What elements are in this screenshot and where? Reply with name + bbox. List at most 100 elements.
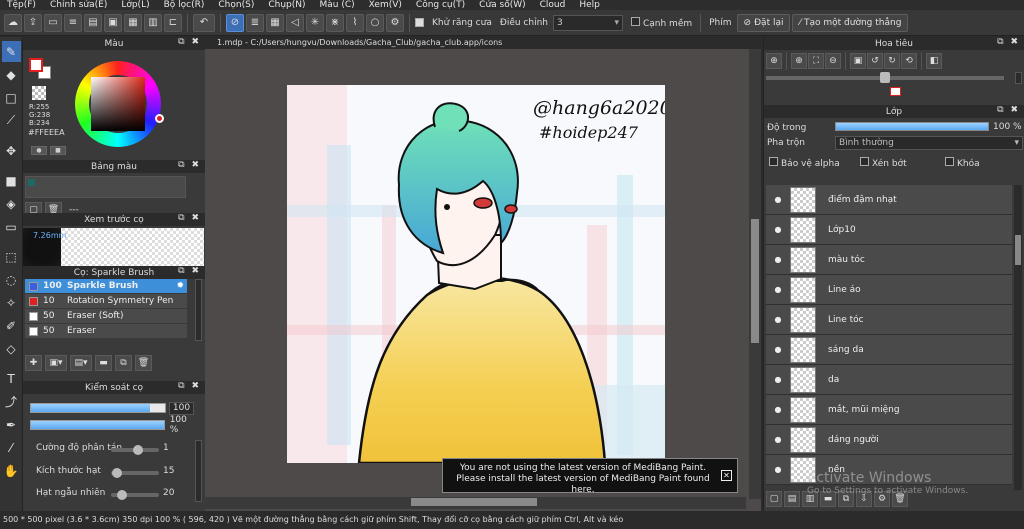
- select-pen-tool-icon[interactable]: ✐: [2, 315, 21, 336]
- palette-swatch-area[interactable]: [25, 176, 186, 198]
- page-icon[interactable]: ▥: [144, 13, 162, 32]
- brush-tool-icon[interactable]: ✎: [1, 41, 21, 62]
- parallel-snap-icon[interactable]: ≣: [246, 13, 264, 32]
- navigator-view-marker[interactable]: [890, 87, 901, 96]
- vanish-snap-icon[interactable]: ◁: [286, 13, 304, 32]
- actual-size-icon[interactable]: ▣: [850, 53, 866, 69]
- lasso-tool-icon[interactable]: ◌: [2, 269, 21, 290]
- flip-icon[interactable]: ◧: [926, 53, 942, 69]
- canvas-vertical-scrollbar[interactable]: [749, 49, 761, 499]
- layer-row[interactable]: ● dáng người: [766, 425, 1012, 455]
- canvas-horizontal-scroll-thumb[interactable]: [411, 498, 537, 506]
- rotate-left-icon[interactable]: ↺: [867, 53, 883, 69]
- panel-close-icon[interactable]: ⧉ ✖: [178, 266, 201, 276]
- brush-size-input[interactable]: 100: [169, 401, 194, 415]
- blend-mode-select[interactable]: Bình thường: [835, 136, 1023, 150]
- eraser-tool-icon[interactable]: ◆: [2, 64, 21, 85]
- color-mode-button[interactable]: ■: [50, 146, 66, 155]
- share-icon[interactable]: ⇪: [24, 13, 42, 32]
- menu-filter[interactable]: Bộ lọc(R): [157, 0, 212, 10]
- brush-type-icon[interactable]: ▣▾: [45, 355, 67, 371]
- panel-close-icon[interactable]: ⧉ ✖: [997, 37, 1020, 47]
- magic-wand-tool-icon[interactable]: ✧: [2, 292, 21, 313]
- gradient-tool-icon[interactable]: ▭: [2, 216, 21, 237]
- new-halftone-layer-icon[interactable]: ▤: [784, 491, 800, 507]
- visibility-icon[interactable]: ●: [766, 375, 790, 384]
- layer-row[interactable]: ● Lớp10: [766, 215, 1012, 245]
- layer-row[interactable]: ● da: [766, 365, 1012, 395]
- adjust-select[interactable]: 3: [552, 14, 623, 31]
- select-rect-tool-icon[interactable]: ⬚: [2, 246, 21, 267]
- visibility-icon[interactable]: ●: [766, 405, 790, 414]
- panel-close-icon[interactable]: ⧉ ✖: [178, 213, 201, 223]
- fill-shape-tool-icon[interactable]: ■: [2, 170, 21, 191]
- folder-icon[interactable]: ▬: [95, 355, 112, 371]
- panel-close-icon[interactable]: ⧉ ✖: [178, 381, 201, 391]
- move-tool-icon[interactable]: ✥: [2, 140, 21, 161]
- visibility-icon[interactable]: ●: [766, 225, 790, 234]
- menu-view[interactable]: Xem(V): [362, 0, 409, 10]
- hex-value[interactable]: #FFEEEA: [28, 128, 65, 137]
- hand-tool-icon[interactable]: ✋: [2, 460, 21, 481]
- brush-list-scrollbar[interactable]: [195, 279, 202, 341]
- menu-help[interactable]: Help: [572, 0, 607, 10]
- list-icon[interactable]: ≡: [64, 13, 82, 32]
- menu-file[interactable]: Tệp(F): [0, 0, 43, 10]
- grid-icon[interactable]: ▦: [124, 13, 142, 32]
- layer-row[interactable]: ● Line tóc: [766, 305, 1012, 335]
- visibility-icon[interactable]: ●: [766, 465, 790, 474]
- scatter-slider[interactable]: [111, 445, 159, 455]
- copy-icon[interactable]: ⧉: [115, 355, 132, 371]
- menu-cloud[interactable]: Cloud: [533, 0, 573, 10]
- menu-color[interactable]: Màu (C): [313, 0, 362, 10]
- undo-icon[interactable]: ↶: [193, 13, 215, 32]
- brush-item[interactable]: 50 Eraser: [25, 324, 187, 339]
- menu-capture[interactable]: Chụp(N): [261, 0, 312, 10]
- straight-line-button[interactable]: ⁄ Tạo một đường thẳng: [792, 13, 909, 32]
- text-tool-icon[interactable]: T: [2, 368, 21, 389]
- layer-row[interactable]: ● mắt, mũi miệng: [766, 395, 1012, 425]
- add-brush-icon[interactable]: ✚: [25, 355, 42, 371]
- palette-swatch[interactable]: [28, 179, 35, 186]
- dot-brush-tool-icon[interactable]: ⟋: [2, 110, 21, 131]
- navigator-scrollbar[interactable]: [1015, 72, 1022, 84]
- cloud-icon[interactable]: ☁: [4, 13, 22, 32]
- eyedropper-tool-icon[interactable]: ⁄: [2, 437, 21, 458]
- artwork-canvas[interactable]: @hang6a2020 #hoidep247: [287, 85, 665, 463]
- update-notification[interactable]: You are not using the latest version of …: [442, 458, 738, 495]
- zoom-in-icon[interactable]: ⊕: [766, 53, 782, 69]
- slider-knob[interactable]: [112, 468, 122, 478]
- navigator-map[interactable]: [764, 84, 1024, 105]
- reset-button[interactable]: ⊘ Đặt lại: [736, 13, 791, 32]
- visibility-icon[interactable]: ●: [766, 315, 790, 324]
- visibility-icon[interactable]: ●: [766, 345, 790, 354]
- panel-close-icon[interactable]: ⧉ ✖: [178, 160, 201, 170]
- operation-tool-icon[interactable]: ⤴: [2, 391, 21, 412]
- settings-gear-icon[interactable]: ⚙: [386, 13, 404, 32]
- menu-window[interactable]: Cửa sổ(W): [472, 0, 532, 10]
- layer-row[interactable]: ● sáng da: [766, 335, 1012, 365]
- menu-layer[interactable]: Lớp(L): [114, 0, 156, 10]
- particle-size-slider[interactable]: [111, 468, 159, 478]
- transparent-color-swatch[interactable]: [32, 86, 46, 100]
- visibility-icon[interactable]: ●: [766, 195, 790, 204]
- brush-opacity-slider[interactable]: [30, 420, 165, 430]
- brush-menu-icon[interactable]: ▤▾: [70, 355, 92, 371]
- cross-snap-icon[interactable]: ▦: [266, 13, 284, 32]
- fit-screen-icon[interactable]: ⛶: [808, 53, 824, 69]
- color-mode-button[interactable]: ●: [31, 146, 47, 155]
- select-eraser-tool-icon[interactable]: ◇: [2, 338, 21, 359]
- canvas-vertical-scroll-thumb[interactable]: [751, 219, 759, 343]
- panel-close-icon[interactable]: ⧉ ✖: [178, 37, 201, 47]
- rectangle-tool-icon[interactable]: □: [2, 87, 21, 108]
- rotate-right-icon[interactable]: ↻: [884, 53, 900, 69]
- layer-list-scrollbar[interactable]: [1014, 185, 1022, 490]
- comment-icon[interactable]: ▭: [44, 13, 62, 32]
- radial-line-icon[interactable]: ⋇: [326, 13, 344, 32]
- divide-tool-icon[interactable]: ✒: [2, 414, 21, 435]
- curve-snap-icon[interactable]: ⌇: [346, 13, 364, 32]
- brush-control-scrollbar[interactable]: [195, 440, 202, 502]
- zoom-slider-knob[interactable]: [880, 72, 890, 83]
- sharp-edge-checkbox[interactable]: [630, 16, 640, 26]
- bucket-tool-icon[interactable]: ◈: [2, 193, 21, 214]
